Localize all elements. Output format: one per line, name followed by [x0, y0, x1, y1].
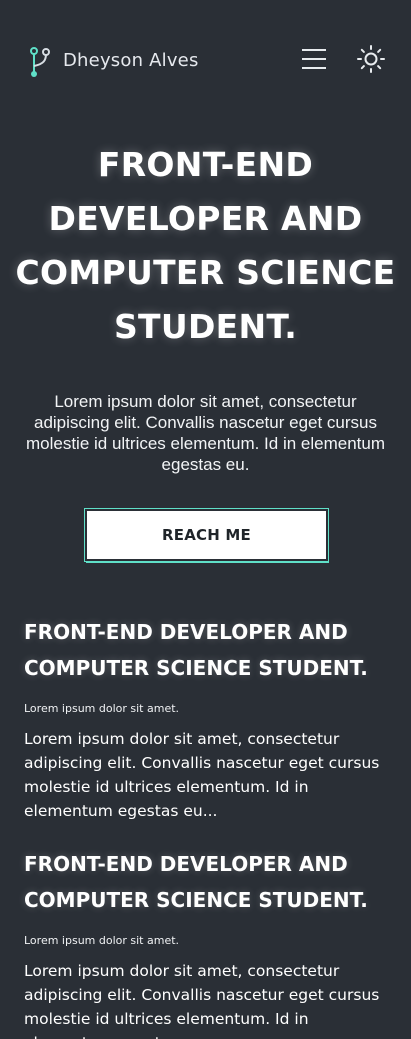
article-card[interactable]: FRONT-END DEVELOPER AND COMPUTER SCIENCE…: [24, 846, 389, 1039]
page: Dheyson Alves FRONT-END DEVELOPER AND CO…: [0, 0, 411, 1039]
brand-name[interactable]: Dheyson Alves: [63, 50, 199, 71]
reach-me-button[interactable]: REACH ME: [84, 508, 329, 562]
article-meta: Lorem ipsum dolor sit amet.: [24, 934, 180, 947]
article-excerpt: Lorem ipsum dolor sit amet, consectetur …: [24, 730, 380, 820]
article-card[interactable]: FRONT-END DEVELOPER AND COMPUTER SCIENCE…: [24, 614, 389, 823]
hamburger-menu-icon: [302, 48, 326, 74]
article-title[interactable]: FRONT-END DEVELOPER AND COMPUTER SCIENCE…: [24, 846, 389, 918]
article-title[interactable]: FRONT-END DEVELOPER AND COMPUTER SCIENCE…: [24, 614, 389, 686]
hero-title: FRONT-END DEVELOPER AND COMPUTER SCIENCE…: [15, 145, 396, 346]
article-meta: Lorem ipsum dolor sit amet.: [24, 702, 180, 715]
hero-description: Lorem ipsum dolor sit amet, consectetur …: [25, 392, 386, 474]
theme-toggle-button[interactable]: [355, 45, 387, 77]
menu-button[interactable]: [300, 48, 328, 74]
article-excerpt: Lorem ipsum dolor sit amet, consectetur …: [24, 962, 380, 1039]
site-header: Dheyson Alves: [0, 0, 411, 124]
branch-icon[interactable]: [28, 46, 52, 78]
sun-icon: [356, 44, 386, 78]
